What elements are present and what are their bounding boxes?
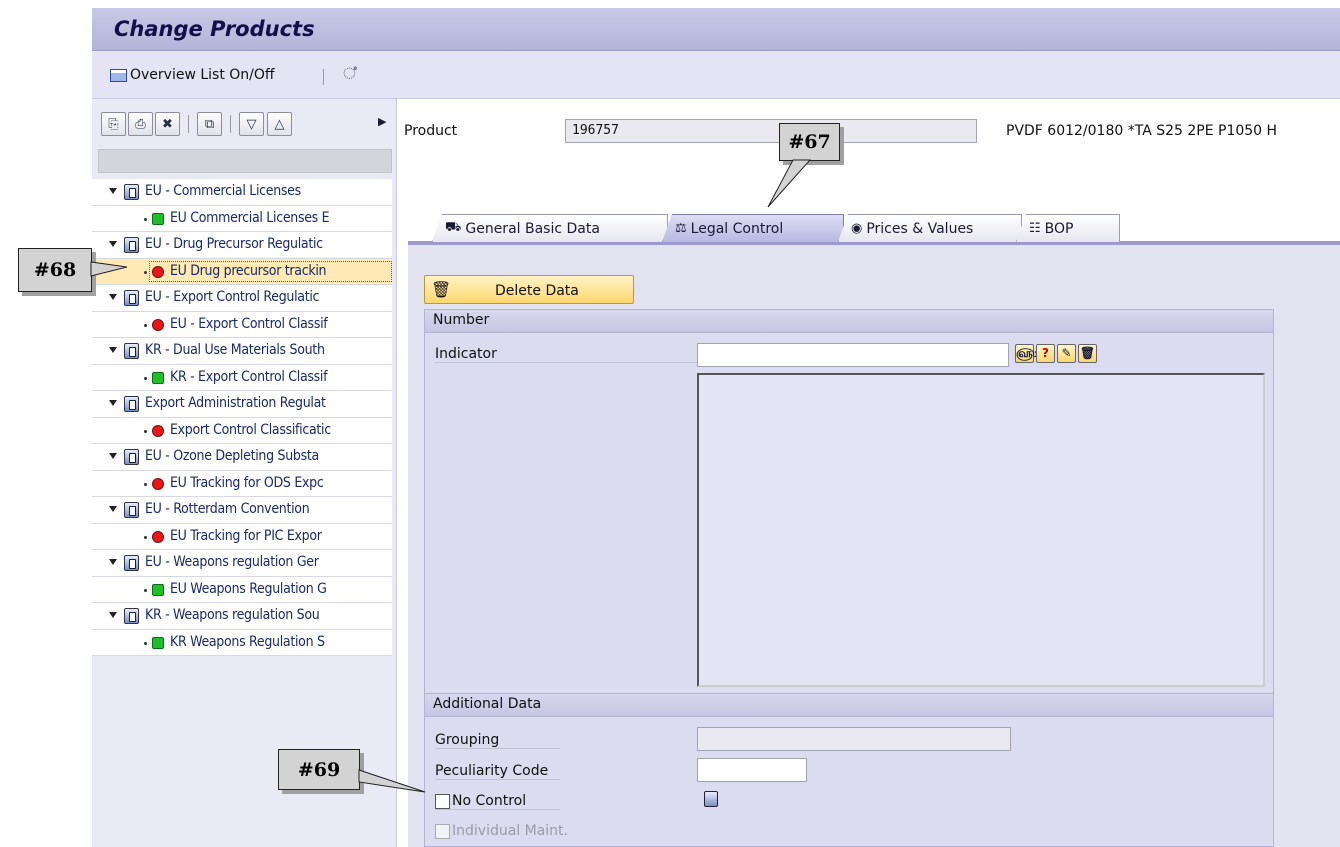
callout-69-pointer xyxy=(358,769,426,793)
sap-window: Change Products Overview List On/Off ഼ ⎘… xyxy=(0,0,1340,847)
